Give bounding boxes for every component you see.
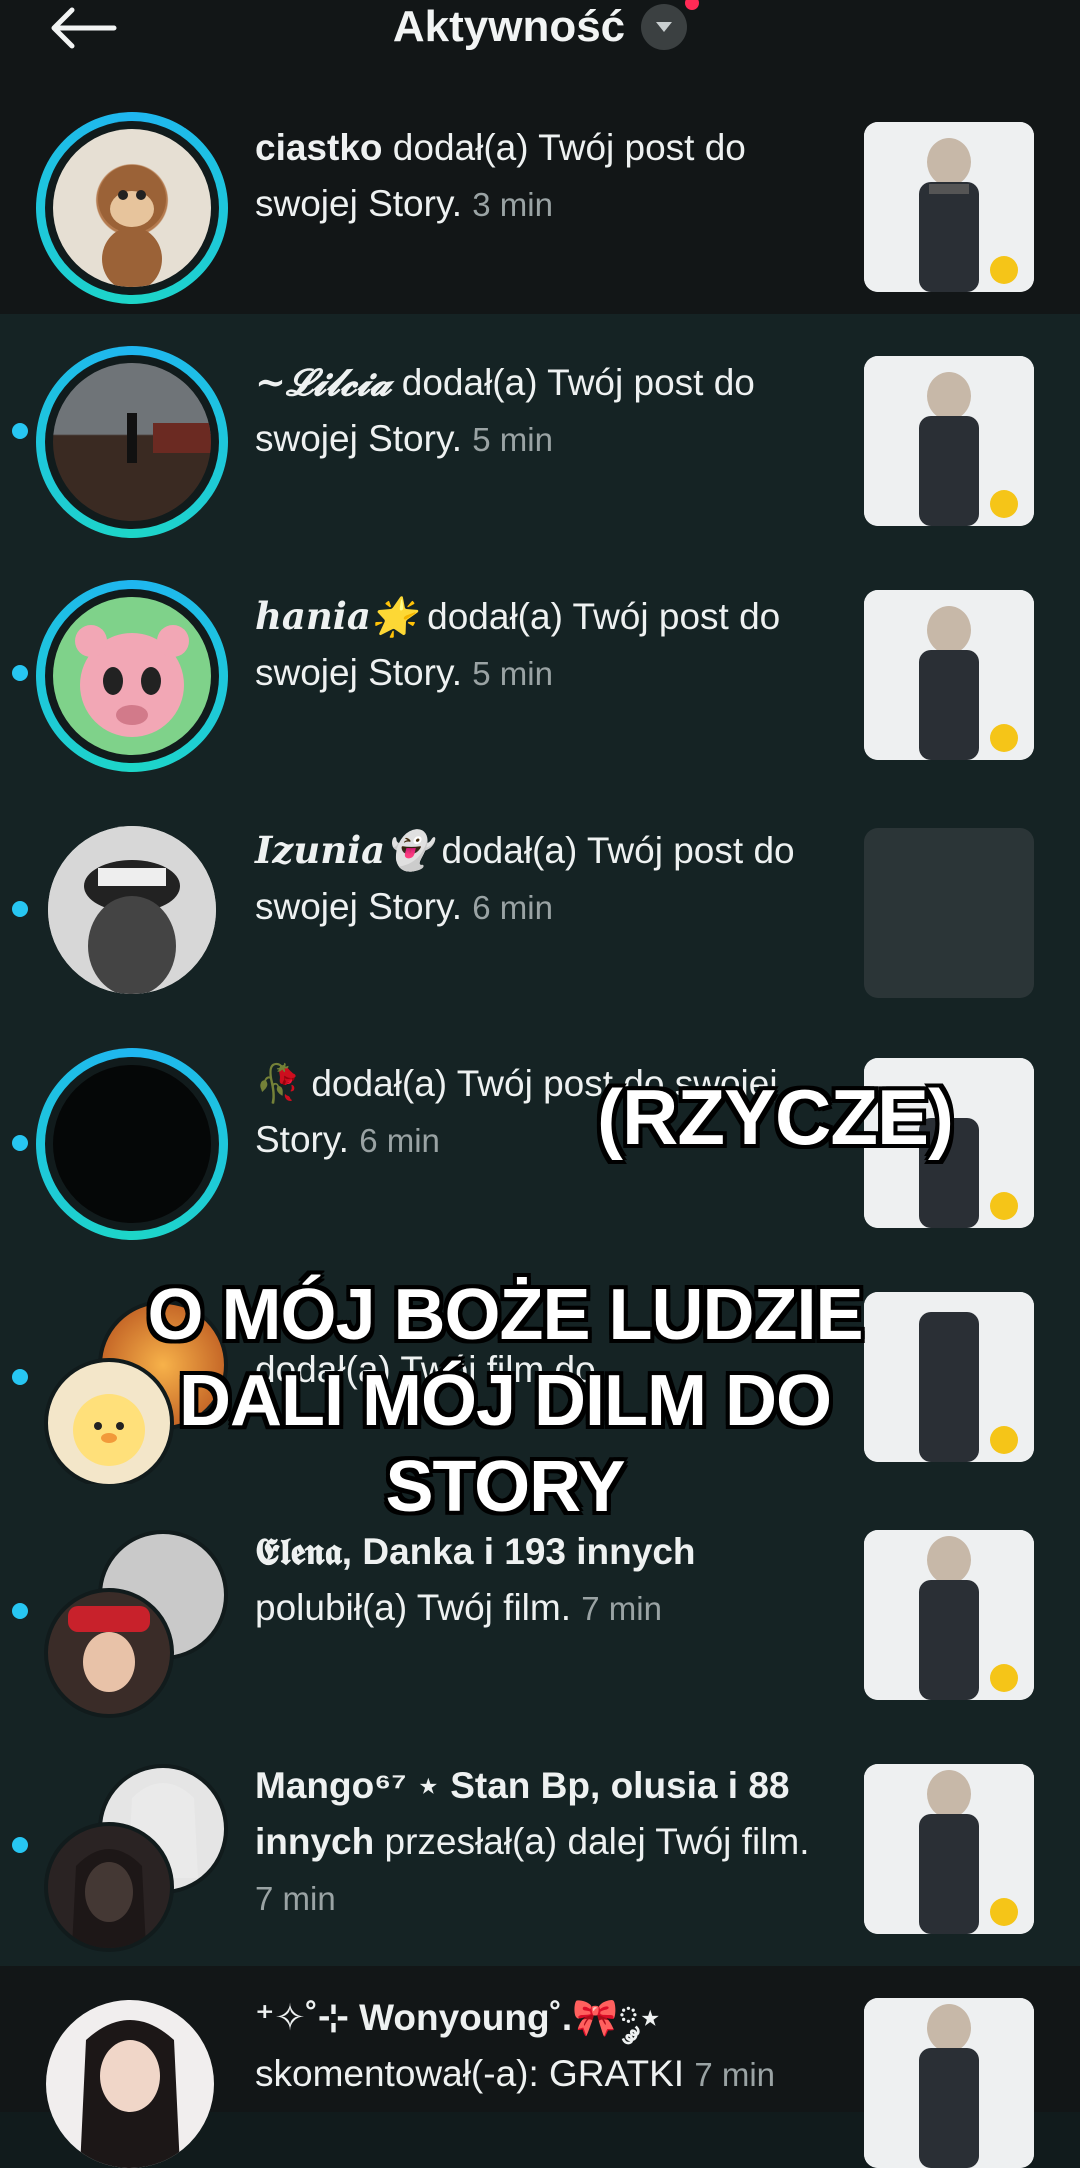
username[interactable]: ⁺✧˚⊹ Wonyoung˚.🎀༘⋆ — [255, 1997, 662, 2038]
unread-indicator — [12, 901, 28, 917]
timestamp: 6 min — [359, 1122, 440, 1159]
activity-item[interactable]: hania🌟 dodał(a) Twój post do swojej Stor… — [0, 548, 1080, 782]
avatar[interactable] — [46, 2000, 214, 2168]
action-text: przesłał(a) dalej Twój film. — [374, 1821, 810, 1862]
arrow-left-icon — [51, 7, 117, 49]
unread-indicator — [12, 1135, 28, 1151]
activity-text: ciastko dodał(a) Twój post do swojej Sto… — [255, 120, 815, 233]
action-text: skomentował(-a): GRATKI — [255, 2053, 685, 2094]
timestamp: 5 min — [472, 421, 553, 458]
post-thumbnail[interactable] — [864, 122, 1034, 292]
timestamp: 3 min — [472, 186, 553, 223]
username[interactable]: ~𝓛𝓲𝓵𝓬𝓲𝓪 — [255, 360, 392, 404]
activity-text: ~𝓛𝓲𝓵𝓬𝓲𝓪 dodał(a) Twój post do swojej Sto… — [255, 354, 815, 468]
activity-text: Mango⁶⁷ ⋆ Stan Bp, olusia i 88 innych pr… — [255, 1758, 815, 1927]
username[interactable]: Izunia👻 — [255, 828, 431, 872]
post-thumbnail[interactable] — [864, 1530, 1034, 1700]
unread-indicator — [12, 1603, 28, 1619]
back-button[interactable] — [48, 6, 118, 50]
timestamp: 7 min — [694, 2056, 776, 2093]
timestamp: 7 min — [581, 1590, 662, 1627]
username[interactable]: hania🌟 — [255, 594, 417, 638]
title-dropdown[interactable]: Aktywność — [392, 0, 700, 52]
activity-item[interactable]: ~𝓛𝓲𝓵𝓬𝓲𝓪 dodał(a) Twój post do swojej Sto… — [0, 314, 1080, 548]
post-thumbnail[interactable] — [864, 1998, 1034, 2168]
header-bar: Aktywność — [0, 0, 1080, 80]
activity-text: hania🌟 dodał(a) Twój post do swojej Stor… — [255, 588, 815, 702]
unread-indicator — [12, 1837, 28, 1853]
unread-indicator — [12, 665, 28, 681]
avatar[interactable] — [36, 580, 228, 772]
post-thumbnail[interactable] — [864, 356, 1034, 526]
avatar[interactable] — [36, 346, 228, 538]
overlay-caption-small: (RZYCZE) — [597, 1073, 954, 1161]
overlay-caption-main: O MÓJ BOŻE LUDZIE DALI MÓJ DILM DO STORY — [147, 1275, 863, 1527]
unread-indicator — [12, 1369, 28, 1385]
unread-indicator — [12, 423, 28, 439]
page-title: Aktywność — [392, 2, 626, 51]
activity-item[interactable]: Izunia👻 dodał(a) Twój post do swojej Sto… — [0, 782, 1080, 1016]
notification-dot — [685, 0, 700, 10]
username[interactable]: 𝕰𝖑𝖊𝖓𝖆, Danka i 193 innych — [255, 1531, 696, 1572]
activity-item[interactable]: Mango⁶⁷ ⋆ Stan Bp, olusia i 88 innych pr… — [0, 1718, 1080, 1966]
activity-item[interactable]: ⁺✧˚⊹ Wonyoung˚.🎀༘⋆ skomentował(-a): GRAT… — [0, 1966, 1080, 2168]
avatar[interactable] — [36, 1048, 228, 1240]
username[interactable]: 🥀 — [255, 1063, 301, 1104]
activity-text: 𝕰𝖑𝖊𝖓𝖆, Danka i 193 innych polubił(a) Twó… — [255, 1524, 815, 1637]
avatar-group[interactable] — [36, 1764, 236, 1964]
activity-text: Izunia👻 dodał(a) Twój post do swojej Sto… — [255, 822, 815, 936]
action-text: polubił(a) Twój film. — [255, 1587, 571, 1628]
timestamp: 5 min — [472, 655, 553, 692]
timestamp: 6 min — [472, 889, 553, 926]
activity-item[interactable]: ciastko dodał(a) Twój post do swojej Sto… — [0, 80, 1080, 314]
avatar[interactable] — [48, 826, 216, 994]
activity-text: ⁺✧˚⊹ Wonyoung˚.🎀༘⋆ skomentował(-a): GRAT… — [255, 1990, 815, 2103]
timestamp: 7 min — [255, 1880, 336, 1917]
chevron-down-icon — [641, 0, 700, 50]
avatar[interactable] — [36, 112, 228, 304]
avatar-group[interactable] — [36, 1530, 236, 1730]
post-thumbnail[interactable] — [864, 590, 1034, 760]
username[interactable]: ciastko — [255, 127, 383, 168]
post-thumbnail[interactable] — [864, 1764, 1034, 1934]
post-thumbnail[interactable] — [864, 828, 1034, 998]
